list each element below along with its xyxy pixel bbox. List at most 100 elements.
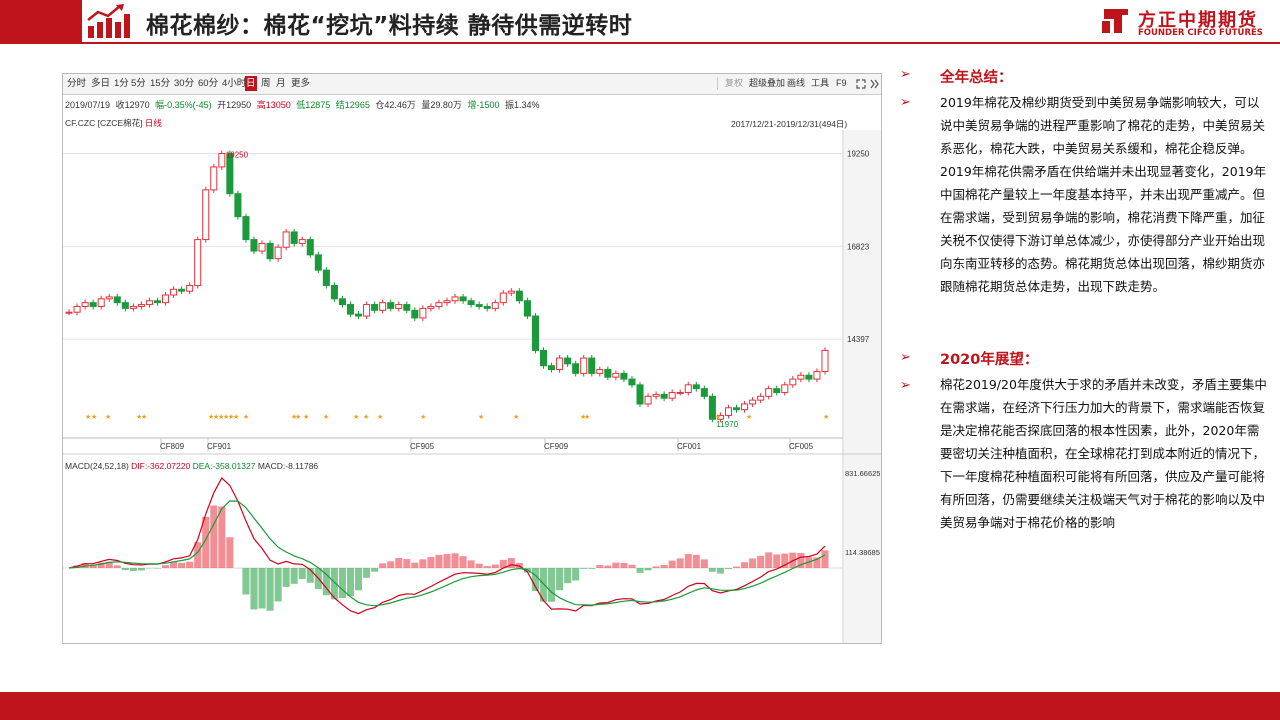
contract-label: CF905 [410, 442, 435, 451]
price-chart[interactable]: 19250 16823 14397 CF809 CF901 CF905 CF909 CF001… [63, 130, 881, 643]
candle [821, 349, 829, 372]
adjust-button[interactable]: 复权 [725, 76, 743, 91]
signal-star-icon: ★ [141, 413, 147, 421]
header-red-block [0, 0, 82, 42]
candle [121, 302, 129, 309]
signal-star-icon: ★ [478, 413, 484, 421]
period-5min[interactable]: 5分 [130, 76, 147, 91]
f9-button[interactable]: F9 [836, 76, 847, 91]
period-15min[interactable]: 15分 [149, 76, 171, 91]
more-options-icon[interactable] [870, 79, 879, 89]
candle [676, 391, 684, 394]
candle [290, 231, 298, 244]
candle [73, 305, 81, 313]
candle [564, 357, 572, 365]
tools-button[interactable]: 工具 [811, 76, 829, 91]
candle [65, 311, 73, 314]
period-4h[interactable]: 4小时 [221, 76, 247, 91]
quote-high: 高13050 [256, 100, 291, 110]
candle [467, 300, 475, 306]
candle [395, 304, 403, 309]
candle [773, 388, 781, 393]
candle [162, 294, 170, 304]
signal-star-icon: ★ [746, 413, 752, 421]
quote-date: 2019/07/19 [65, 100, 111, 110]
candle [523, 300, 531, 317]
candle [242, 216, 250, 241]
signal-star-icon: ★ [353, 413, 359, 421]
period-weekly[interactable]: 周 [260, 76, 272, 91]
candle [363, 304, 371, 317]
candle [789, 378, 797, 386]
candle [724, 407, 732, 416]
brand-logo: 方正中期期货 FOUNDER CIFCO FUTURES [1100, 4, 1276, 40]
signal-star-icon: ★ [363, 413, 369, 421]
quote-volume: 量29.80万 [421, 100, 462, 110]
signal-star-icon: ★ [823, 413, 829, 421]
candle [813, 370, 821, 380]
macd-info: MACD(24,52,18) DIF:-362.07220 DEA:-358.0… [65, 461, 318, 471]
candle [105, 296, 113, 300]
candle [282, 231, 290, 248]
expand-icon[interactable] [856, 79, 866, 89]
signal-star-icon: ★ [584, 413, 590, 421]
signal-star-icon: ★ [420, 413, 426, 421]
candle [153, 300, 162, 304]
quote-info-bar: 2019/07/19 收12970 幅-0.35%(-45) 开12950 高1… [65, 98, 543, 111]
candle [355, 313, 363, 317]
candle [483, 305, 491, 309]
candle [210, 166, 218, 191]
draw-line-button[interactable]: 画线 [787, 76, 805, 91]
macd-dif: DIF:-362.07220 [131, 461, 191, 471]
period-daily[interactable]: 日 [245, 76, 257, 91]
period-multiday[interactable]: 多日 [90, 76, 111, 91]
candle [805, 374, 813, 380]
candle [89, 302, 97, 307]
candle [379, 302, 387, 311]
period-1min[interactable]: 1分 [113, 76, 130, 91]
candle [548, 365, 556, 371]
candle [765, 388, 773, 397]
candle [411, 309, 419, 319]
quote-close: 收12970 [115, 100, 150, 110]
arrow-bullet-icon: ➢ [900, 350, 911, 365]
candle [194, 239, 202, 286]
axis-panel [844, 130, 881, 643]
candle [539, 349, 548, 367]
candle [97, 298, 105, 307]
candle [732, 407, 741, 411]
arrow-bullet-icon: ➢ [900, 378, 911, 393]
quote-settle: 结12965 [335, 100, 370, 110]
period-30min[interactable]: 30分 [173, 76, 195, 91]
signal-star-icon: ★ [513, 413, 519, 421]
chart-toolbar: 分时 多日 1分 5分 15分 30分 60分 4小时 日 周 月 更多 复权 … [63, 74, 881, 95]
candle [515, 290, 523, 302]
price-tick-label: 14397 [847, 335, 870, 344]
candle [556, 357, 564, 371]
period-60min[interactable]: 60分 [197, 76, 219, 91]
candle [145, 300, 153, 306]
candle [620, 372, 628, 380]
candle [178, 288, 186, 292]
candle [604, 369, 612, 378]
candle [314, 254, 322, 271]
price-tick-label: 19250 [847, 150, 870, 159]
candle [741, 403, 749, 411]
macd-value: MACD:-8.11786 [257, 461, 319, 471]
period-more[interactable]: 更多 [290, 76, 311, 91]
candle [749, 399, 757, 405]
quote-amplitude: 振1.34% [504, 100, 540, 110]
low-annotation: 11970 [716, 420, 738, 429]
overlay-button[interactable]: 超级叠加 [749, 76, 785, 91]
period-fenshi[interactable]: 分时 [66, 76, 87, 91]
quote-pos-change: 增-1500 [467, 100, 500, 110]
candle [266, 242, 274, 260]
page-title: 棉花棉纱：棉花“挖坑”料持续 静待供需逆转时 [146, 13, 633, 39]
logo-mark-icon [1102, 9, 1128, 33]
candle [170, 288, 178, 296]
period-monthly[interactable]: 月 [275, 76, 287, 91]
candle [588, 357, 596, 374]
contract-label: CF001 [677, 442, 702, 451]
chart-period: 日线 [144, 118, 162, 128]
quote-change: 幅-0.35%(-45) [155, 100, 212, 110]
